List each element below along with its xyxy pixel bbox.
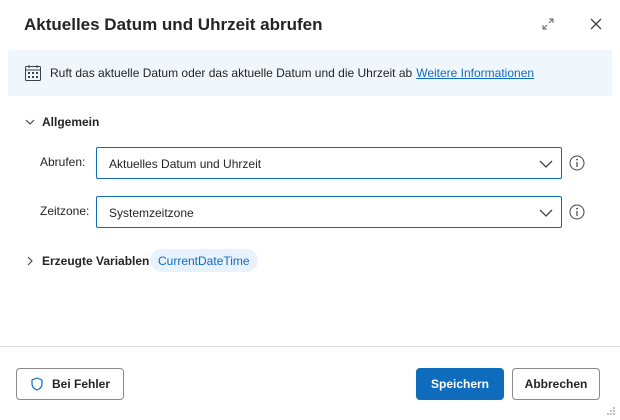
- save-button[interactable]: Speichern: [416, 368, 504, 400]
- variables-label: Erzeugte Variablen: [42, 254, 150, 268]
- shield-icon: [31, 377, 43, 391]
- variables-toggle[interactable]: Erzeugte Variablen: [24, 254, 149, 268]
- chevron-down-icon: [539, 160, 553, 168]
- info-text-container: Ruft das aktuelle Datum oder das aktuell…: [50, 66, 534, 80]
- retrieve-label: Abrufen:: [40, 155, 86, 169]
- timezone-label: Zeitzone:: [40, 204, 90, 218]
- info-bar: Ruft das aktuelle Datum oder das aktuell…: [8, 50, 612, 96]
- footer-divider: [0, 346, 620, 347]
- on-error-button[interactable]: Bei Fehler: [16, 368, 124, 400]
- info-icon[interactable]: [569, 204, 585, 220]
- expand-button[interactable]: [538, 14, 558, 34]
- section-general-toggle[interactable]: Allgemein: [24, 115, 99, 129]
- resize-grip-icon[interactable]: [604, 404, 616, 416]
- dialog-title: Aktuelles Datum und Uhrzeit abrufen: [24, 15, 323, 34]
- timezone-select-value: Systemzeitzone: [109, 206, 194, 220]
- on-error-label: Bei Fehler: [51, 377, 111, 391]
- cancel-button[interactable]: Abbrechen: [512, 368, 600, 400]
- expand-icon: [542, 18, 554, 30]
- chevron-down-icon: [25, 119, 35, 125]
- close-icon: [590, 18, 602, 30]
- retrieve-select[interactable]: Aktuelles Datum und Uhrzeit: [96, 147, 562, 179]
- calendar-icon: [25, 65, 41, 81]
- chevron-down-icon: [539, 209, 553, 217]
- info-text: Ruft das aktuelle Datum oder das aktuell…: [50, 66, 413, 80]
- chevron-right-icon: [27, 256, 33, 266]
- info-icon[interactable]: [569, 155, 585, 171]
- section-general-label: Allgemein: [42, 115, 100, 129]
- close-button[interactable]: [586, 14, 606, 34]
- more-info-link[interactable]: Weitere Informationen: [416, 66, 534, 80]
- variable-pill[interactable]: CurrentDateTime: [150, 249, 258, 272]
- timezone-select[interactable]: Systemzeitzone: [96, 196, 562, 228]
- retrieve-select-value: Aktuelles Datum und Uhrzeit: [109, 157, 262, 171]
- dialog: Aktuelles Datum und Uhrzeit abrufen Ruft…: [0, 0, 620, 420]
